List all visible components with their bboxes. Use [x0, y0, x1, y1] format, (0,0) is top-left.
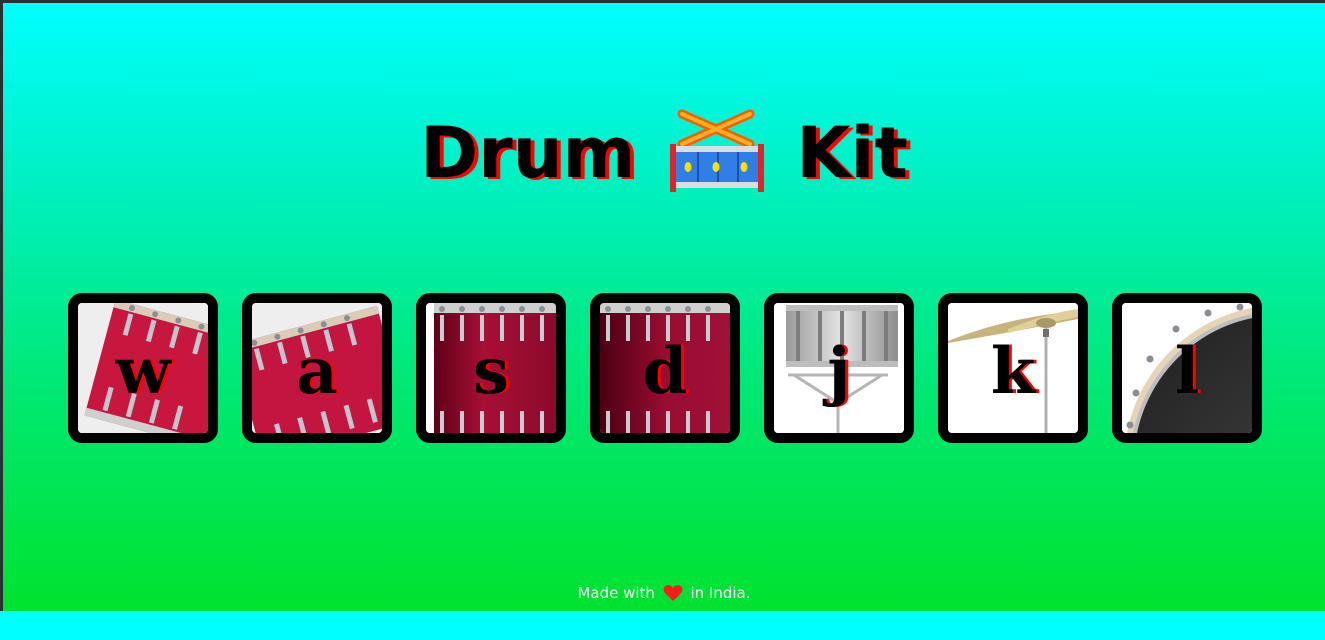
drum-key-label: a: [296, 334, 338, 409]
drum-button-a[interactable]: a: [242, 293, 392, 443]
title-word-kit: Kit: [796, 111, 908, 194]
heart-icon: [663, 584, 683, 602]
footer-suffix: in India.: [690, 584, 751, 602]
page-title: Drum Kit: [3, 108, 1325, 204]
drum-button-w[interactable]: w: [68, 293, 218, 443]
page-background: Drum Kit w a s d j k l Made with in Indi…: [3, 3, 1325, 611]
drum-key-label: k: [990, 334, 1036, 409]
drum-key-label: s: [472, 334, 510, 409]
footer: Made with in India.: [3, 584, 1325, 602]
footer-prefix: Made with: [577, 584, 655, 602]
drum-emoji-icon: [668, 106, 764, 198]
drum-key-label: j: [827, 334, 851, 409]
title-word-drum: Drum: [420, 111, 636, 194]
drum-button-k[interactable]: k: [938, 293, 1088, 443]
drum-button-s[interactable]: s: [416, 293, 566, 443]
drum-button-l[interactable]: l: [1112, 293, 1262, 443]
drum-key-label: w: [115, 334, 171, 409]
drum-set: w a s d j k l: [68, 293, 1268, 445]
drum-button-j[interactable]: j: [764, 293, 914, 443]
drum-key-label: l: [1174, 334, 1200, 409]
drum-key-label: d: [642, 334, 688, 409]
drum-button-d[interactable]: d: [590, 293, 740, 443]
